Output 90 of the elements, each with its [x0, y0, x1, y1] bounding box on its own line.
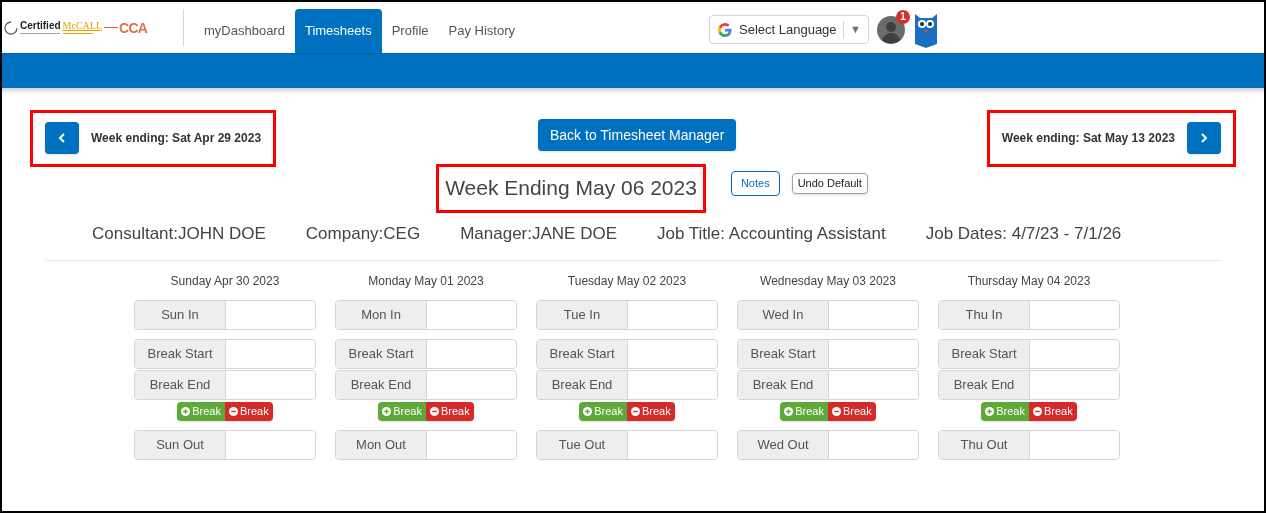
time-input-field[interactable]: Break Start: [134, 339, 316, 369]
day-heading: Sunday Apr 30 2023: [170, 273, 280, 290]
time-input-field[interactable]: Break End: [335, 370, 517, 400]
minus-icon: [1033, 407, 1042, 416]
back-button[interactable]: Back to Timesheet Manager: [538, 119, 737, 151]
field-label: Sun In: [135, 301, 226, 329]
owl-icon: [914, 11, 938, 48]
logo-text: CCA: [119, 20, 148, 35]
field-label: Mon Out: [336, 431, 427, 459]
field-label: Break Start: [135, 340, 226, 368]
info-text: Job Dates: 4/7/23 - 7/1/26: [925, 223, 1122, 246]
day-heading: Monday May 01 2023: [368, 273, 484, 290]
time-input-field[interactable]: Sun Out: [134, 430, 316, 460]
plus-icon: [985, 407, 995, 416]
week-ending-label: Week ending: Sat Apr 29 2023: [91, 130, 262, 147]
field-label: Break End: [135, 371, 226, 399]
plus-icon: [181, 407, 191, 416]
time-input-field[interactable]: Break Start: [938, 339, 1120, 369]
field-label: Break Start: [537, 340, 628, 368]
time-input-field[interactable]: Tue Out: [536, 430, 718, 460]
logo-text: McCALL: [62, 21, 102, 31]
time-input-field[interactable]: Tue In: [536, 300, 718, 330]
time-input-field[interactable]: Mon Out: [335, 430, 517, 460]
day-heading: Tuesday May 02 2023: [567, 273, 687, 290]
language-select[interactable]: Select Language ▼: [709, 15, 869, 44]
previous-week-button[interactable]: [45, 122, 79, 154]
nav-tab[interactable]: Pay History: [438, 9, 525, 53]
field-label: Break End: [738, 371, 829, 399]
nav-tab[interactable]: myDashboard: [194, 9, 295, 53]
time-input-field[interactable]: Break Start: [737, 339, 919, 369]
plus-icon: [382, 407, 392, 416]
notification-badge: 1: [896, 9, 910, 24]
time-input-field[interactable]: Break End: [134, 370, 316, 400]
logo-rule: [62, 33, 93, 34]
google-icon: [717, 21, 733, 38]
field-label: Break Start: [939, 340, 1030, 368]
day-heading: Thursday May 04 2023: [967, 273, 1091, 290]
time-input-field[interactable]: Break End: [938, 370, 1120, 400]
nav-tab[interactable]: Profile: [381, 9, 439, 53]
time-input-field[interactable]: Break Start: [536, 339, 718, 369]
field-label: Break Start: [336, 340, 427, 368]
minus-icon: [631, 407, 640, 416]
minus-icon: [430, 407, 439, 416]
logo-text: Certified: [20, 21, 61, 31]
time-input-field[interactable]: Thu In: [938, 300, 1120, 330]
remove-break-button[interactable]: Break: [225, 402, 273, 421]
field-label: Sun Out: [135, 431, 226, 459]
notes-button[interactable]: Notes: [730, 170, 780, 196]
logo-rule: [104, 27, 118, 28]
minus-icon: [832, 407, 841, 416]
next-week-button[interactable]: [1187, 122, 1221, 154]
time-input-field[interactable]: Break Start: [335, 339, 517, 369]
field-label: Break End: [537, 371, 628, 399]
minus-icon: [229, 407, 238, 416]
plus-icon: [784, 407, 794, 416]
info-text: Consultant:JOHN DOE: [92, 223, 266, 246]
time-input-field[interactable]: Break End: [536, 370, 718, 400]
field-label: Wed Out: [738, 431, 829, 459]
logo-rule: [20, 33, 60, 34]
day-heading: Wednesday May 03 2023: [760, 273, 896, 290]
remove-break-button[interactable]: Break: [426, 402, 474, 421]
time-input-field[interactable]: Sun In: [134, 300, 316, 330]
time-input-field[interactable]: Break End: [737, 370, 919, 400]
remove-break-button[interactable]: Break: [627, 402, 675, 421]
circle-logo-icon: [4, 20, 18, 35]
chevron-right-icon: [1200, 133, 1208, 143]
remove-break-button[interactable]: Break: [1029, 402, 1077, 421]
time-input-field[interactable]: Thu Out: [938, 430, 1120, 460]
chevron-left-icon: [58, 133, 66, 143]
page-title: Week Ending May 06 2023: [445, 175, 697, 202]
field-label: Tue Out: [537, 431, 628, 459]
field-label: Break End: [939, 371, 1030, 399]
undo-button[interactable]: Undo Default: [791, 172, 868, 194]
remove-break-button[interactable]: Break: [828, 402, 876, 421]
field-label: Mon In: [336, 301, 427, 329]
info-text: Company:CEG: [305, 223, 421, 246]
field-label: Break Start: [738, 340, 829, 368]
nav-tab[interactable]: Timesheets: [294, 9, 382, 53]
info-text: Manager:JANE DOE: [460, 223, 617, 246]
info-text: Job Title: Accounting Assistant: [657, 223, 886, 246]
field-label: Thu Out: [939, 431, 1030, 459]
field-label: Wed In: [738, 301, 829, 329]
field-label: Thu In: [939, 301, 1030, 329]
time-input-field[interactable]: Wed In: [737, 300, 919, 330]
field-label: Tue In: [537, 301, 628, 329]
time-input-field[interactable]: Mon In: [335, 300, 517, 330]
plus-icon: [583, 407, 593, 416]
field-label: Break End: [336, 371, 427, 399]
time-input-field[interactable]: Wed Out: [737, 430, 919, 460]
week-ending-label: Week ending: Sat May 13 2023: [1001, 130, 1175, 147]
